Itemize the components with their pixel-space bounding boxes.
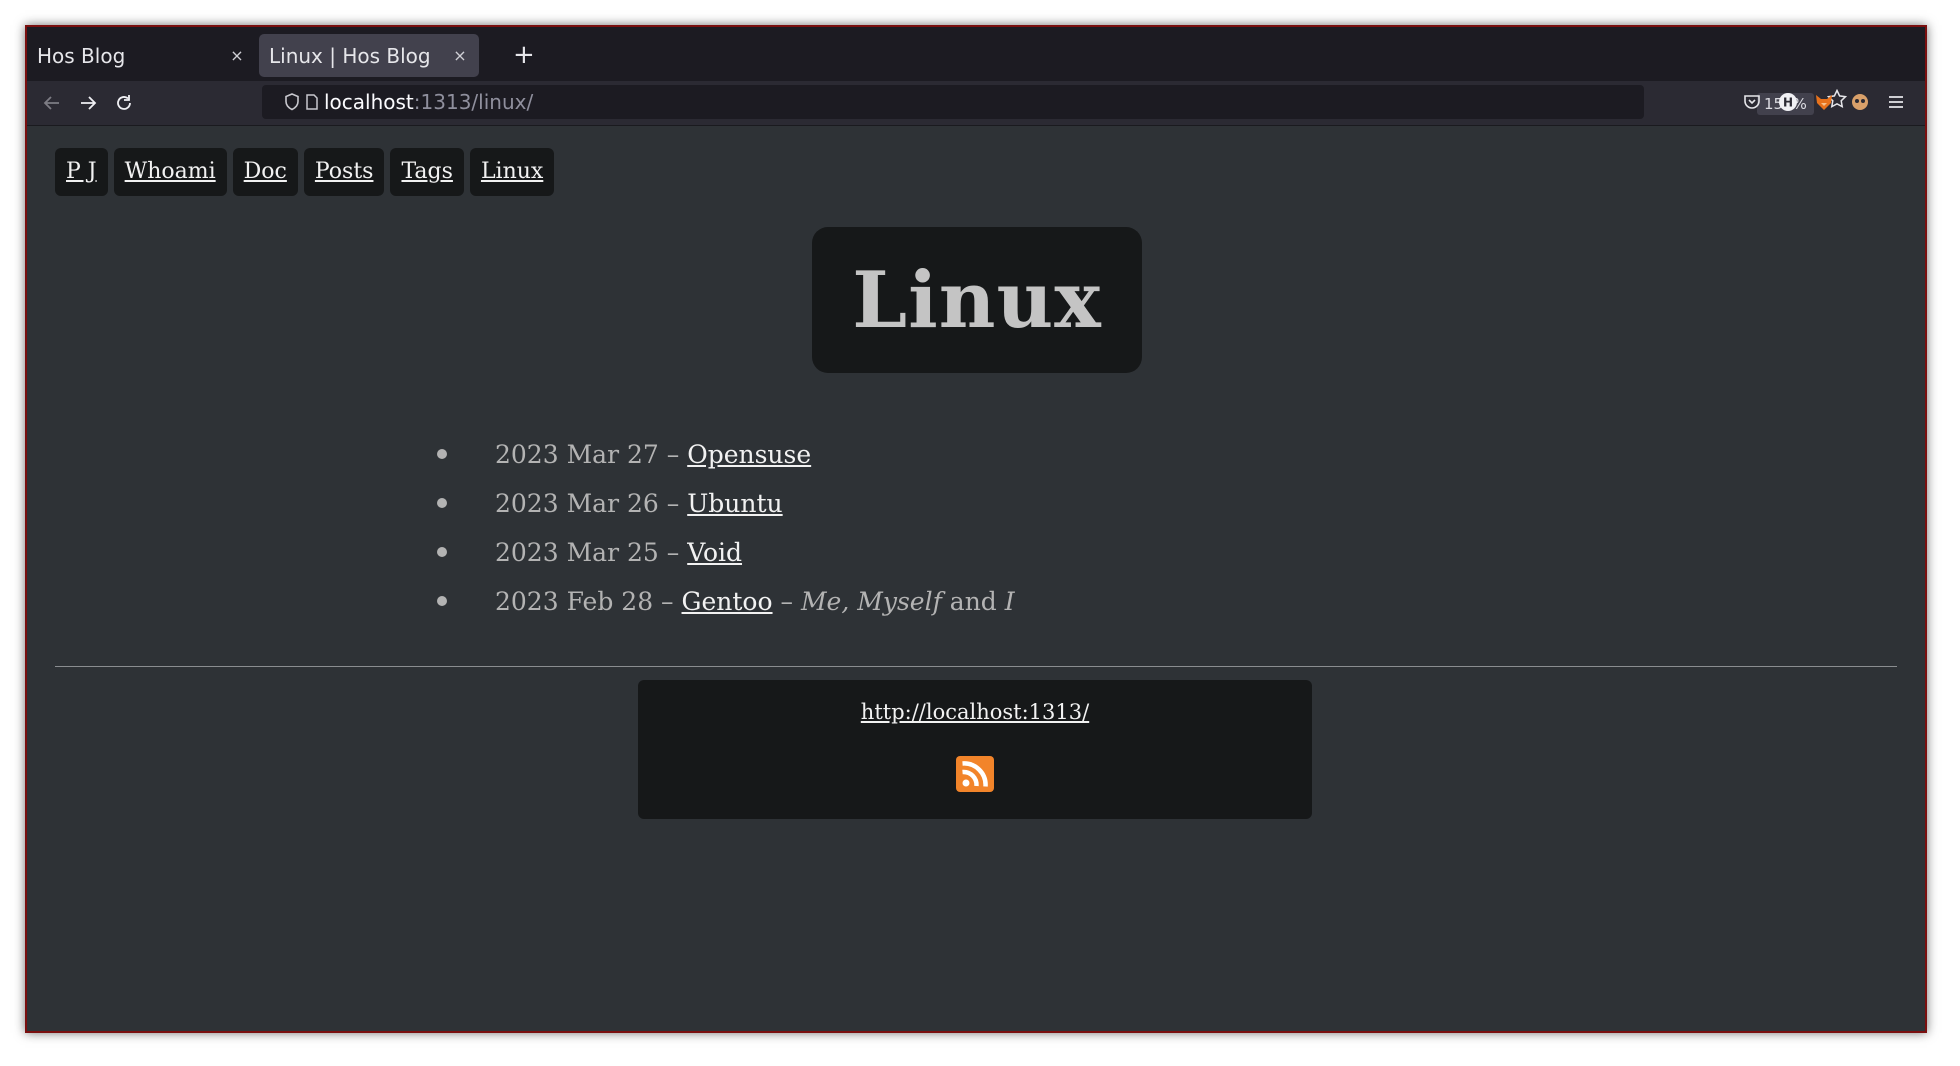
tab-hos-blog[interactable]: Hos Blog × — [27, 34, 256, 77]
tab-close-button[interactable]: × — [451, 46, 469, 65]
tab-title: Hos Blog — [37, 43, 126, 68]
bullet — [437, 596, 447, 606]
hamburger-menu-icon[interactable] — [1885, 91, 1907, 113]
divider — [55, 666, 1897, 667]
post-date: 2023 Feb 28 — [495, 587, 654, 616]
post-list: 2023 Mar 27 – Opensuse 2023 Mar 26 – Ubu… — [437, 440, 1015, 636]
post-subtitle-part: , — [841, 587, 858, 616]
post-subtitle-part: Myself — [857, 587, 942, 616]
url-host: localhost — [324, 90, 414, 114]
post-separator: – — [658, 489, 688, 518]
mask-extension-icon[interactable] — [1849, 91, 1871, 113]
post-date: 2023 Mar 26 — [495, 489, 659, 518]
list-item: 2023 Feb 28 – Gentoo – Me, Myself and I — [437, 587, 1015, 636]
post-subtitle-separator: – — [772, 587, 801, 616]
site-nav: P J Whoami Doc Posts Tags Linux — [55, 148, 555, 196]
list-item: 2023 Mar 26 – Ubuntu — [437, 489, 1015, 538]
post-link[interactable]: Opensuse — [687, 440, 811, 469]
shield-icon[interactable] — [282, 92, 302, 112]
post-subtitle-part: I — [1004, 587, 1015, 616]
page-title-box: Linux — [812, 227, 1142, 373]
back-arrow-icon — [43, 96, 59, 110]
nav-link-tags[interactable]: Tags — [390, 148, 464, 196]
nav-link-whoami[interactable]: Whoami — [113, 148, 227, 196]
url-bar[interactable]: localhost:1313/linux/ 150% — [262, 85, 1848, 119]
post-subtitle-part: Me — [800, 587, 842, 616]
list-item: 2023 Mar 27 – Opensuse — [437, 440, 1015, 489]
bullet — [437, 449, 447, 459]
nav-link-pj[interactable]: P J — [55, 148, 108, 196]
nav-link-linux[interactable]: Linux — [469, 148, 555, 196]
tab-close-button[interactable]: × — [228, 46, 246, 65]
footer-link-wrap: http://localhost:1313/ — [638, 700, 1312, 724]
reload-icon — [117, 95, 131, 110]
post-subtitle-part: and — [941, 587, 1005, 616]
list-item: 2023 Mar 25 – Void — [437, 538, 1015, 587]
forward-arrow-icon — [81, 96, 97, 110]
home-link[interactable]: http://localhost:1313/ — [861, 700, 1089, 724]
bullet — [437, 498, 447, 508]
nav-link-posts[interactable]: Posts — [303, 148, 385, 196]
post-link[interactable]: Ubuntu — [687, 489, 782, 518]
rss-icon[interactable] — [956, 756, 994, 792]
nav-link-doc[interactable]: Doc — [232, 148, 298, 196]
pocket-icon[interactable] — [1741, 91, 1763, 113]
nav-toolbar: localhost:1313/linux/ 150% H — [27, 81, 1925, 126]
post-link[interactable]: Void — [687, 538, 742, 567]
post-link[interactable]: Gentoo — [682, 587, 773, 616]
reload-button[interactable] — [108, 87, 140, 119]
tab-title: Linux | Hos Blog — [269, 43, 431, 68]
tab-linux[interactable]: Linux | Hos Blog × — [259, 34, 479, 77]
post-separator: – — [653, 587, 682, 616]
footer: http://localhost:1313/ — [638, 680, 1312, 819]
extension-h-icon[interactable]: H — [1777, 91, 1799, 113]
browser-window: Hos Blog × Linux | Hos Blog × + localhos… — [25, 25, 1927, 1033]
fox-extension-icon[interactable] — [1813, 91, 1835, 113]
page-icon — [302, 92, 322, 112]
post-date: 2023 Mar 25 — [495, 538, 659, 567]
back-button[interactable] — [36, 87, 68, 119]
url-text: localhost:1313/linux/ — [324, 90, 533, 114]
forward-button[interactable] — [72, 87, 104, 119]
post-separator: – — [658, 538, 688, 567]
url-path: :1313/linux/ — [413, 90, 534, 114]
bullet — [437, 547, 447, 557]
post-separator: – — [658, 440, 688, 469]
page-title: Linux — [852, 254, 1102, 346]
tab-bar: Hos Blog × Linux | Hos Blog × + — [27, 27, 1925, 81]
page-content: P J Whoami Doc Posts Tags Linux Linux 20… — [27, 126, 1925, 1031]
post-date: 2023 Mar 27 — [495, 440, 659, 469]
new-tab-button[interactable]: + — [513, 40, 535, 70]
svg-text:H: H — [1783, 96, 1793, 110]
